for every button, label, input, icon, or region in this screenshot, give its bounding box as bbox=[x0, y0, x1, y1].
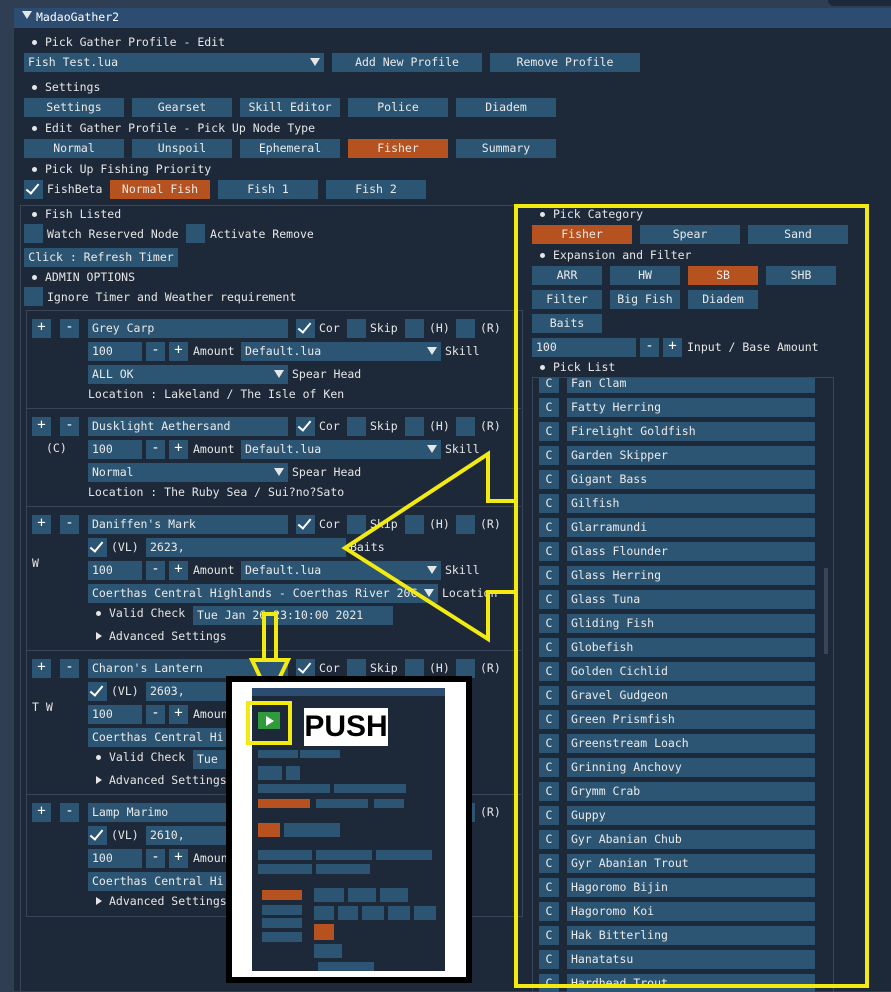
inset-mini bbox=[388, 906, 410, 920]
inset-mini bbox=[258, 850, 312, 860]
inset-mini bbox=[380, 888, 408, 902]
inset-mini bbox=[258, 823, 280, 837]
inset-mini bbox=[318, 962, 374, 971]
inset-mini bbox=[314, 944, 342, 958]
inset-mini bbox=[284, 823, 340, 837]
inset-mini bbox=[262, 905, 302, 915]
left-arrow-annotation bbox=[341, 450, 518, 643]
inset-mini bbox=[258, 766, 282, 780]
inset-mini bbox=[362, 906, 384, 920]
inset-mini bbox=[314, 888, 344, 902]
inset-titlebar bbox=[252, 688, 445, 696]
inset-mini bbox=[286, 766, 300, 780]
inset-mini bbox=[258, 784, 330, 793]
inset-mini bbox=[374, 799, 404, 808]
inset-mini bbox=[262, 918, 302, 928]
inset-mini bbox=[414, 906, 436, 920]
inset-mini bbox=[314, 924, 334, 940]
inset-mini bbox=[262, 890, 302, 900]
inset-mini bbox=[338, 906, 358, 920]
inset-mini bbox=[258, 864, 312, 874]
inset-mini bbox=[258, 799, 310, 808]
play-icon bbox=[266, 716, 274, 726]
inset-mini bbox=[334, 784, 406, 793]
inset-mini bbox=[262, 932, 302, 942]
inset-mini bbox=[316, 864, 370, 874]
inset-mini bbox=[300, 750, 340, 758]
inset-mini bbox=[376, 850, 432, 860]
push-label: PUSH bbox=[304, 708, 388, 746]
inset-mini bbox=[258, 750, 298, 758]
inset-mini bbox=[316, 799, 368, 808]
inset-mini bbox=[348, 888, 376, 902]
inset-mini bbox=[316, 850, 372, 860]
inset-mini bbox=[314, 906, 334, 920]
play-button[interactable] bbox=[258, 712, 280, 729]
